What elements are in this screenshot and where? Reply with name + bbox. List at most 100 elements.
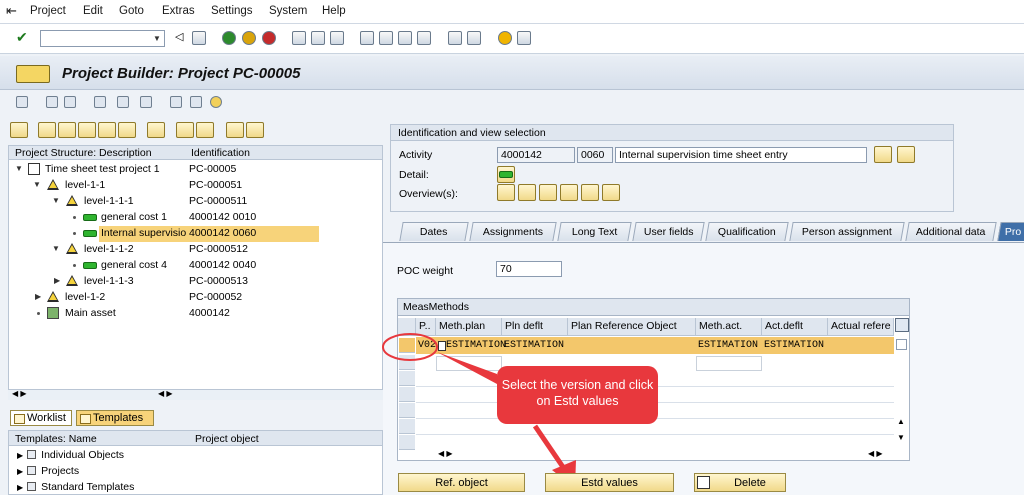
tab-long-text[interactable]: Long Text bbox=[557, 222, 632, 241]
chevron-down-icon[interactable]: ▼ bbox=[151, 32, 163, 45]
collapsed-triangle-icon[interactable]: ▶ bbox=[17, 467, 23, 476]
menu-system[interactable]: System bbox=[269, 5, 307, 17]
act-deflt-cell[interactable]: ESTIMATION bbox=[764, 340, 824, 351]
save-icon[interactable] bbox=[192, 31, 206, 45]
edit-pencil-icon[interactable] bbox=[16, 96, 28, 108]
next-page-icon[interactable] bbox=[398, 31, 412, 45]
shortcut-icon[interactable] bbox=[467, 31, 481, 45]
collapsed-triangle-icon[interactable]: ▶ bbox=[54, 276, 60, 285]
back-arrow-icon[interactable]: ◁ bbox=[175, 30, 183, 43]
expanded-triangle-icon[interactable]: ▼ bbox=[15, 164, 23, 173]
expanded-triangle-icon[interactable]: ▼ bbox=[52, 244, 60, 253]
template-row[interactable]: ▶ Projects bbox=[17, 465, 79, 477]
network-graphic-icon[interactable] bbox=[117, 96, 129, 108]
delete-icon[interactable] bbox=[147, 122, 165, 138]
worklist-button[interactable]: Worklist bbox=[10, 410, 72, 426]
tab-assignments[interactable]: Assignments bbox=[469, 222, 557, 241]
layout-menu-icon[interactable] bbox=[517, 31, 531, 45]
scroll-right-icon[interactable]: ◀ ▶ bbox=[158, 389, 173, 398]
tree-row[interactable]: general cost 1 4000142 0010 bbox=[9, 210, 382, 226]
print-icon[interactable] bbox=[292, 31, 306, 45]
find-icon[interactable] bbox=[176, 122, 194, 138]
new-session-icon[interactable] bbox=[448, 31, 462, 45]
menu-help[interactable]: Help bbox=[322, 5, 346, 17]
activity-operation-field[interactable]: 0060 bbox=[577, 147, 613, 163]
tree-row[interactable]: ▼ Time sheet test project 1 PC-00005 bbox=[9, 162, 382, 178]
tab-additional-data[interactable]: Additional data bbox=[905, 222, 997, 241]
cancel-icon[interactable] bbox=[262, 31, 276, 45]
other-object-icon[interactable] bbox=[64, 96, 76, 108]
poc-weight-field[interactable]: 70 bbox=[496, 261, 562, 277]
tree-row[interactable]: ▶ level-1-1-3 PC-0000513 bbox=[9, 274, 382, 290]
collapsed-triangle-icon[interactable]: ▶ bbox=[17, 451, 23, 460]
expanded-triangle-icon[interactable]: ▼ bbox=[52, 196, 60, 205]
overview-filter-icon[interactable] bbox=[497, 184, 515, 201]
tree-row-selected[interactable]: Internal supervisio 4000142 0060 bbox=[9, 226, 382, 242]
tree-row[interactable]: general cost 4 4000142 0040 bbox=[9, 258, 382, 274]
tree-row[interactable]: ▼ level-1-1-1 PC-0000511 bbox=[9, 194, 382, 210]
tree-row[interactable]: ▼ level-1-1-2 PC-0000512 bbox=[9, 242, 382, 258]
last-page-icon[interactable] bbox=[417, 31, 431, 45]
edit-icon[interactable] bbox=[874, 146, 892, 163]
tree-row[interactable]: ▶ level-1-2 PC-000052 bbox=[9, 290, 382, 306]
search-object-icon[interactable] bbox=[46, 96, 58, 108]
collapse-icon[interactable] bbox=[226, 122, 244, 138]
paste-icon[interactable] bbox=[98, 122, 116, 138]
tab-dates[interactable]: Dates bbox=[399, 222, 469, 241]
overview-milestone-icon[interactable] bbox=[539, 184, 557, 201]
find-next-icon[interactable] bbox=[330, 31, 344, 45]
template-row[interactable]: ▶ Standard Templates bbox=[17, 481, 134, 493]
estd-values-button[interactable]: Estd values bbox=[545, 473, 674, 492]
tab-progress[interactable]: Pro bbox=[997, 222, 1024, 241]
cut-icon[interactable] bbox=[58, 122, 76, 138]
collapsed-triangle-icon[interactable]: ▶ bbox=[35, 292, 41, 301]
back-icon[interactable] bbox=[222, 31, 236, 45]
table-icon[interactable] bbox=[170, 96, 182, 108]
find-icon[interactable] bbox=[311, 31, 325, 45]
tree-row[interactable]: ▼ level-1-1 PC-000051 bbox=[9, 178, 382, 194]
enter-check-icon[interactable]: ✔ bbox=[16, 29, 28, 46]
table-settings-icon[interactable] bbox=[895, 318, 909, 332]
overview-network-icon[interactable] bbox=[560, 184, 578, 201]
scroll-right-icon[interactable]: ◀ ▶ bbox=[868, 449, 883, 458]
menu-project[interactable]: Project bbox=[30, 5, 66, 17]
new-icon[interactable] bbox=[38, 122, 56, 138]
help-icon[interactable] bbox=[498, 31, 512, 45]
hierarchy-icon[interactable] bbox=[94, 96, 106, 108]
detail-activity-icon[interactable] bbox=[497, 166, 515, 183]
expand-icon[interactable] bbox=[246, 122, 264, 138]
meth-act-cell[interactable]: ESTIMATION bbox=[698, 340, 758, 351]
templates-button[interactable]: Templates bbox=[76, 410, 154, 426]
empty-cell[interactable] bbox=[696, 356, 762, 371]
tree-horizontal-scrollbar[interactable]: ◀ ▶ ◀ ▶ bbox=[8, 389, 383, 400]
first-page-icon[interactable] bbox=[360, 31, 374, 45]
template-row[interactable]: ▶ Individual Objects bbox=[17, 449, 124, 461]
collapsed-triangle-icon[interactable]: ▶ bbox=[17, 483, 23, 492]
expanded-triangle-icon[interactable]: ▼ bbox=[33, 180, 41, 189]
scroll-down-icon[interactable]: ▼ bbox=[897, 433, 905, 442]
menu-settings[interactable]: Settings bbox=[211, 5, 253, 17]
copy-icon[interactable] bbox=[78, 122, 96, 138]
overview-print-icon[interactable] bbox=[518, 184, 536, 201]
settings-icon[interactable] bbox=[210, 96, 222, 108]
scroll-up-icon[interactable]: ▲ bbox=[897, 417, 905, 426]
window-icon[interactable]: ⇤ bbox=[6, 3, 17, 19]
tab-person-assignment[interactable]: Person assignment bbox=[789, 222, 905, 241]
tab-user-fields[interactable]: User fields bbox=[632, 222, 705, 241]
overview-document-icon[interactable] bbox=[602, 184, 620, 201]
ref-object-button[interactable]: Ref. object bbox=[398, 473, 525, 492]
menu-goto[interactable]: Goto bbox=[119, 5, 144, 17]
scroll-left-icon[interactable]: ◀ ▶ bbox=[12, 389, 27, 398]
activity-network-field[interactable]: 4000142 bbox=[497, 147, 575, 163]
tab-qualification[interactable]: Qualification bbox=[705, 222, 789, 241]
structure-graphic-icon[interactable] bbox=[140, 96, 152, 108]
activity-description-field[interactable]: Internal supervision time sheet entry bbox=[615, 147, 867, 163]
previous-page-icon[interactable] bbox=[379, 31, 393, 45]
duplicate-icon[interactable] bbox=[118, 122, 136, 138]
menu-extras[interactable]: Extras bbox=[162, 5, 195, 17]
command-field[interactable]: ▼ bbox=[40, 30, 165, 47]
find-next-icon[interactable] bbox=[196, 122, 214, 138]
row-checkbox[interactable] bbox=[896, 339, 907, 350]
tree-row[interactable]: Main asset 4000142 bbox=[9, 306, 382, 322]
edit-doc-icon[interactable] bbox=[190, 96, 202, 108]
